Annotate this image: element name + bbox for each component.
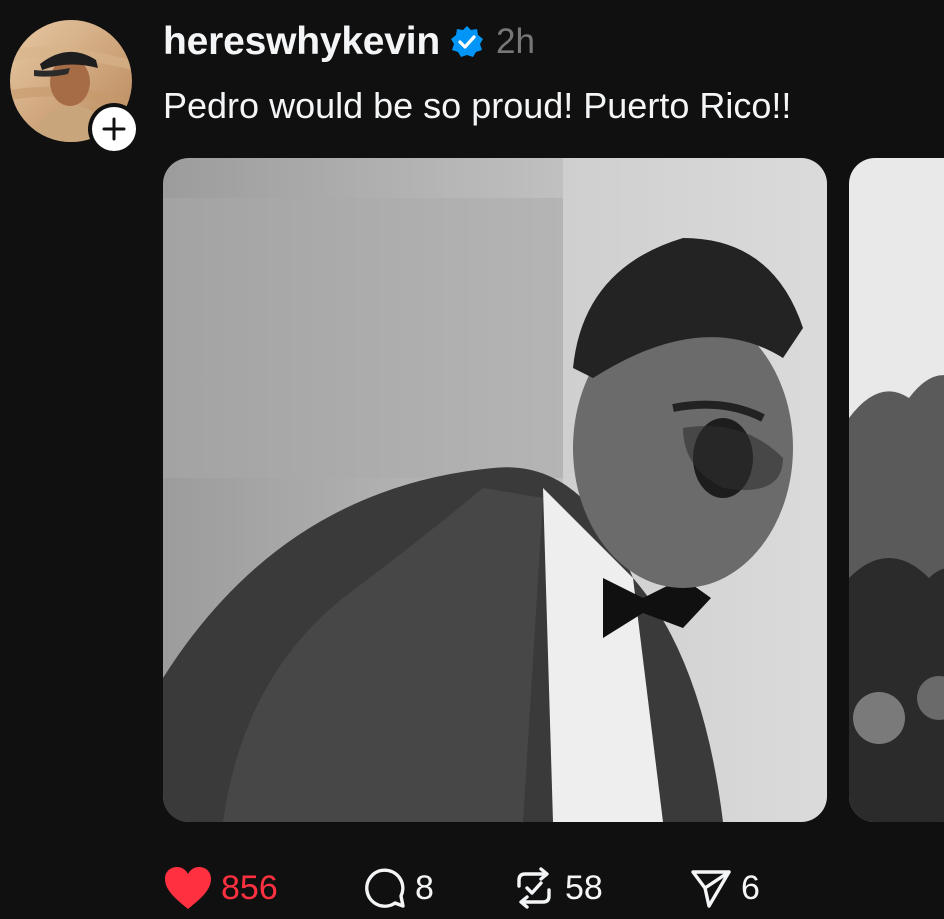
photo-man-speaking (163, 158, 827, 822)
reply-button[interactable]: 8 (363, 866, 511, 910)
repost-count: 58 (565, 868, 603, 907)
share-count: 6 (741, 868, 760, 907)
media-image-1[interactable] (163, 158, 827, 822)
username[interactable]: hereswhykevin (163, 20, 440, 64)
heart-icon (165, 867, 211, 909)
send-icon (691, 870, 731, 908)
like-count: 856 (221, 868, 278, 907)
media-carousel[interactable] (163, 158, 944, 823)
thread-post: hereswhykevin 2h Pedro would be so proud… (0, 0, 944, 919)
action-bar: 856 8 58 6 (163, 860, 760, 916)
repost-button[interactable]: 58 (511, 866, 689, 910)
share-button[interactable]: 6 (689, 866, 760, 910)
follow-button[interactable] (88, 103, 140, 155)
media-image-2[interactable] (849, 158, 944, 822)
plus-icon (102, 117, 126, 141)
repost-icon (517, 867, 551, 909)
post-header: hereswhykevin 2h (163, 16, 535, 68)
post-caption: Pedro would be so proud! Puerto Rico!! (163, 85, 792, 126)
like-button[interactable]: 856 (163, 865, 363, 911)
post-time: 2h (496, 22, 535, 61)
verified-badge-icon (451, 26, 484, 57)
reply-count: 8 (415, 868, 434, 907)
photo-crowd (849, 158, 944, 822)
comment-icon (365, 868, 405, 908)
